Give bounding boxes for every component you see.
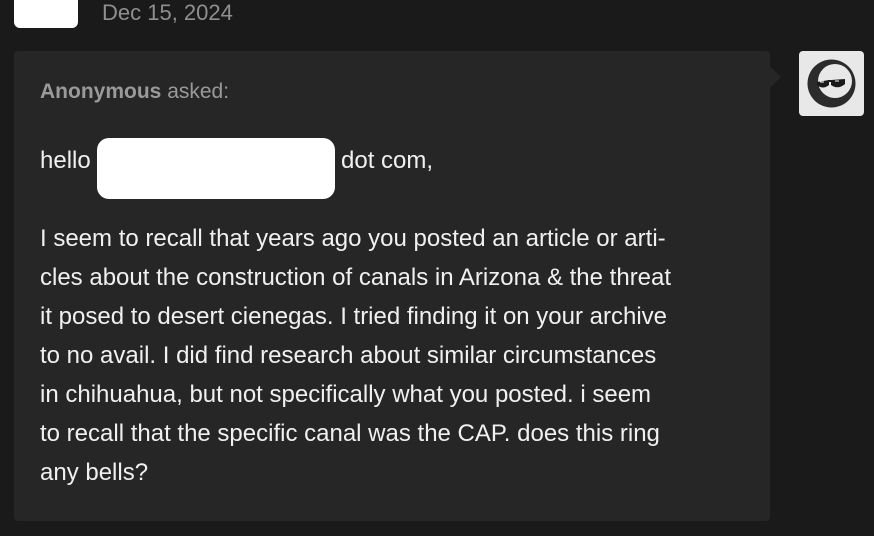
ask-card-pointer bbox=[770, 66, 781, 88]
ask-header: Anonymous asked: bbox=[40, 80, 229, 104]
ask-body-line: to no avail. I did find research about s… bbox=[40, 342, 657, 369]
anonymous-avatar[interactable] bbox=[799, 51, 864, 116]
post-page: Dec 15, 2024 Anonymous asked: hello dot … bbox=[0, 0, 874, 536]
redaction-box bbox=[97, 138, 335, 199]
anonymous-sunglasses-icon bbox=[807, 59, 856, 108]
post-date: Dec 15, 2024 bbox=[102, 0, 233, 25]
ask-body-line: cles about the construction of canals in… bbox=[40, 264, 672, 291]
ask-body-line: to recall that the specific canal was th… bbox=[40, 420, 660, 447]
asked-label: asked: bbox=[167, 80, 230, 103]
ask-body-line: it posed to desert cienegas. I tried fin… bbox=[40, 303, 668, 330]
asker-name: Anonymous bbox=[40, 80, 162, 103]
ask-body: I seem to recall that years ago you post… bbox=[40, 219, 750, 492]
ask-body-line: any bells? bbox=[40, 459, 149, 486]
greeting-suffix: dot com, bbox=[341, 147, 434, 174]
ask-body-line: I seem to recall that years ago you post… bbox=[40, 225, 666, 252]
blog-avatar[interactable] bbox=[14, 0, 78, 28]
ask-body-line: in chihuahua, but not specifically what … bbox=[40, 381, 652, 408]
greeting-prefix: hello bbox=[40, 147, 91, 174]
